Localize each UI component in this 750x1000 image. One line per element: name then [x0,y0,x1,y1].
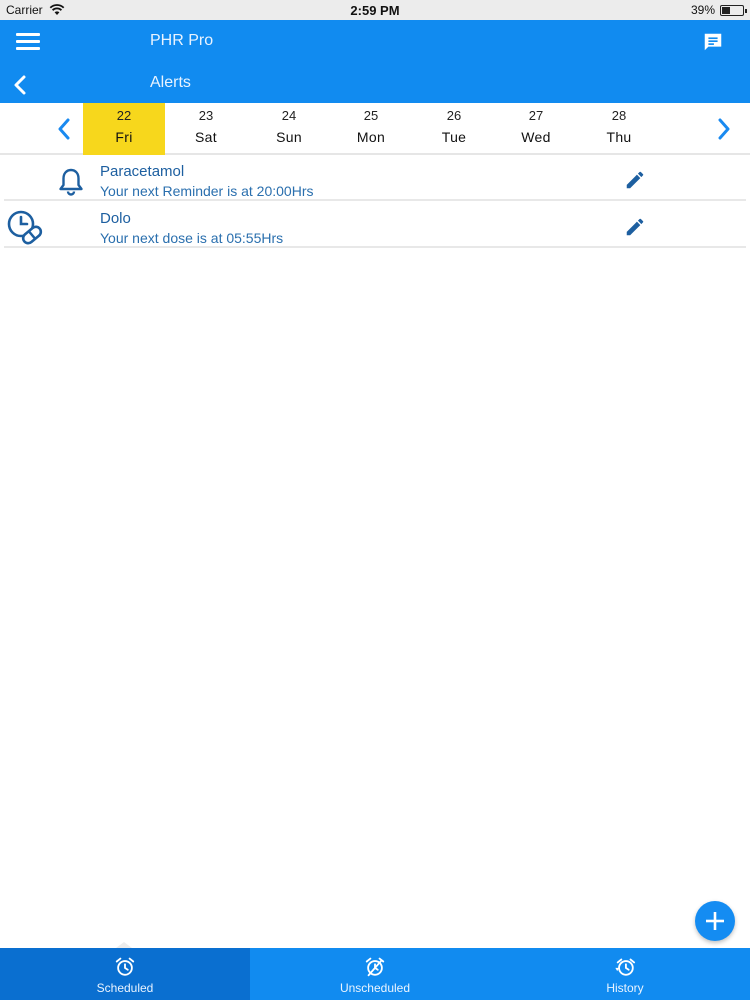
calendar-day-number: 24 [281,108,297,123]
calendar-strip: 22 Fri 23 Sat 24 Sun 25 Mon 26 Tue 27 We… [0,103,750,155]
pill-clock-icon [7,210,43,245]
battery-percent: 39% [690,3,715,17]
alert-row-dolo[interactable]: Dolo Your next dose is at 05:55Hrs [4,204,746,248]
calendar-day-name: Mon [356,129,386,145]
calendar-day-name: Tue [441,129,467,145]
calendar-day-name: Sat [195,129,217,145]
alarm-history-icon [615,958,636,976]
edit-pencil-icon[interactable] [624,216,646,238]
calendar-day-number: 27 [528,108,544,123]
app-header: PHR Pro Alerts [0,20,750,103]
calendar-day-number: 22 [116,108,132,123]
tab-history[interactable]: History [500,948,750,1000]
menu-button[interactable] [16,33,40,53]
page-title: Alerts [150,74,191,91]
back-chevron-icon[interactable] [10,74,30,96]
calendar-day-26[interactable]: 26 Tue [413,103,495,155]
status-right: 39% [690,3,747,17]
calendar-day-number: 23 [198,108,214,123]
tab-label: History [606,981,644,995]
calendar-day-name: Fri [115,129,133,145]
battery-icon [720,4,747,16]
alert-name: Paracetamol [100,163,185,180]
calendar-day-number: 26 [446,108,462,123]
menu-bar [16,47,40,50]
alert-name: Dolo [100,210,131,227]
prev-week-chevron-icon[interactable] [52,115,76,143]
battery-fill [722,6,730,14]
chat-icon[interactable] [702,31,724,53]
bell-icon [59,168,83,196]
status-bar: Carrier 2:59 PM 39% [0,0,750,20]
next-week-chevron-icon[interactable] [712,115,736,143]
calendar-day-22[interactable]: 22 Fri [83,103,165,155]
alert-subtitle: Your next Reminder is at 20:00Hrs [100,183,314,199]
tab-label: Scheduled [96,981,154,995]
edit-pencil-icon[interactable] [624,169,646,191]
menu-bar [16,40,40,43]
calendar-day-27[interactable]: 27 Wed [495,103,577,155]
calendar-day-number: 25 [363,108,379,123]
add-alert-button[interactable] [695,901,735,941]
alarm-off-icon [365,957,385,977]
app-title: PHR Pro [150,32,214,49]
calendar-day-name: Wed [521,129,551,145]
menu-bar [16,33,40,36]
alert-row-paracetamol[interactable]: Paracetamol Your next Reminder is at 20:… [4,157,746,201]
alarm-clock-icon [115,957,135,976]
alert-subtitle: Your next dose is at 05:55Hrs [100,230,284,246]
calendar-day-28[interactable]: 28 Thu [578,103,660,155]
bottom-tab-bar: Scheduled Unscheduled History [0,942,750,1000]
calendar-day-number: 28 [611,108,627,123]
status-time: 2:59 PM [350,3,400,18]
plus-icon [706,912,724,930]
calendar-day-25[interactable]: 25 Mon [330,103,412,155]
calendar-day-name: Sun [276,129,302,145]
tab-unscheduled[interactable]: Unscheduled [250,948,500,1000]
calendar-day-name: Thu [606,129,632,145]
tab-label: Unscheduled [339,981,411,995]
calendar-day-24[interactable]: 24 Sun [248,103,330,155]
calendar-day-23[interactable]: 23 Sat [165,103,247,155]
tab-scheduled[interactable]: Scheduled [0,942,250,1000]
